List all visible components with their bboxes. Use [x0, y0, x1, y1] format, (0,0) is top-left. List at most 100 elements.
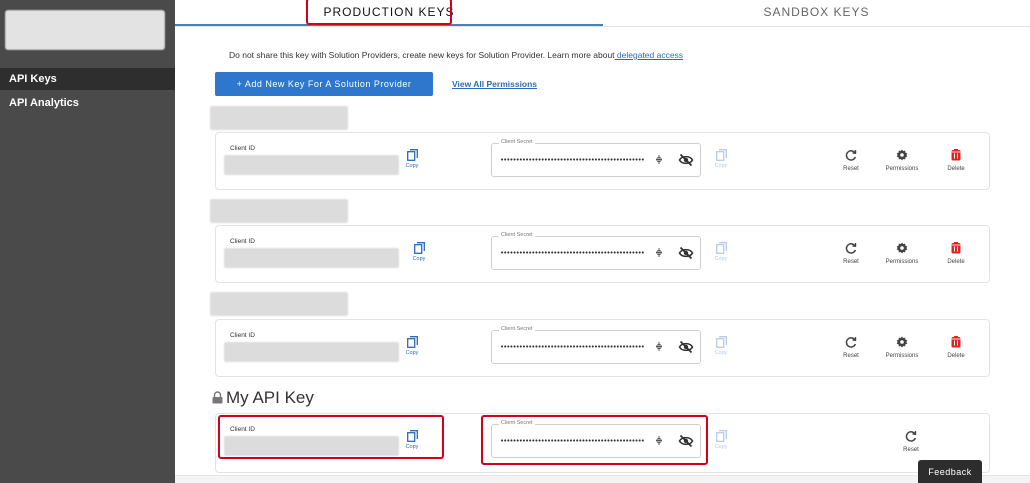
trash-icon [951, 242, 961, 254]
tab-sandbox-keys[interactable]: SANDBOX KEYS [603, 0, 1030, 26]
reset-label: Reset [843, 166, 859, 172]
api-key-card: Client ID Copy Client Secret Copy Reset … [215, 132, 990, 190]
reset-button[interactable]: Reset [836, 149, 866, 172]
client-secret-label: Client Secret [499, 420, 535, 426]
copy-icon [406, 336, 418, 348]
view-all-permissions-link[interactable]: View All Permissions [452, 79, 537, 89]
key-name-redacted [210, 292, 348, 316]
permissions-button[interactable]: Permissions [881, 149, 923, 172]
copy-secret-button-disabled: Copy [710, 242, 732, 262]
copy-label: Copy [405, 350, 419, 356]
copy-label: Copy [412, 256, 426, 262]
delete-button[interactable]: Delete [941, 336, 971, 359]
copy-label: Copy [405, 444, 419, 450]
copy-label: Copy [714, 256, 728, 262]
key-tabs: PRODUCTION KEYS SANDBOX KEYS [175, 0, 1030, 27]
copy-client-id-button[interactable]: Copy [400, 149, 424, 169]
reset-button[interactable]: Reset [836, 336, 866, 359]
my-api-key-card: Client ID Copy Client Secret Copy Reset [215, 413, 990, 473]
delete-button[interactable]: Delete [941, 242, 971, 265]
key-name-redacted [210, 106, 348, 130]
delete-button[interactable]: Delete [941, 149, 971, 172]
client-id-redacted [224, 342, 399, 362]
caret-icon [656, 436, 662, 445]
feedback-button[interactable]: Feedback [918, 460, 982, 483]
share-notice-text: Do not share this key with Solution Prov… [229, 50, 615, 60]
copy-label: Copy [714, 163, 728, 169]
copy-client-id-button[interactable]: Copy [400, 336, 424, 356]
client-secret-input[interactable] [500, 156, 660, 164]
copy-icon [715, 149, 727, 161]
permissions-label: Permissions [885, 166, 919, 172]
eye-slash-icon[interactable] [678, 433, 694, 449]
client-secret-label: Client Secret [499, 232, 535, 238]
sidebar-item-api-analytics[interactable]: API Analytics [0, 92, 175, 114]
permissions-button[interactable]: Permissions [881, 242, 923, 265]
api-key-card: Client ID Copy Client Secret Copy Reset … [215, 225, 990, 283]
reset-icon [845, 243, 857, 254]
eye-slash-icon[interactable] [678, 339, 694, 355]
client-secret-input[interactable] [500, 343, 660, 351]
trash-icon [951, 336, 961, 348]
reset-icon [845, 337, 857, 348]
sidebar-item-api-keys[interactable]: API Keys [0, 68, 175, 90]
reset-icon [905, 431, 917, 442]
delegated-access-link[interactable]: delegated access [615, 50, 683, 60]
client-secret-label: Client Secret [499, 326, 535, 332]
caret-icon [656, 342, 662, 351]
eye-slash-icon[interactable] [678, 152, 694, 168]
copy-label: Copy [714, 350, 728, 356]
permissions-label: Permissions [885, 353, 919, 359]
copy-client-id-button[interactable]: Copy [400, 430, 424, 450]
lock-icon [212, 391, 223, 404]
reset-label: Reset [903, 447, 919, 453]
add-solution-provider-key-button[interactable]: + Add New Key For A Solution Provider [215, 72, 433, 96]
delete-label: Delete [947, 259, 965, 265]
logo-redacted [5, 10, 165, 50]
copy-icon [406, 149, 418, 161]
client-id-label: Client ID [230, 426, 255, 433]
copy-label: Copy [405, 163, 419, 169]
reset-button[interactable]: Reset [896, 430, 926, 453]
permissions-label: Permissions [885, 259, 919, 265]
my-api-key-heading: My API Key [212, 388, 314, 408]
reset-icon [845, 150, 857, 161]
eye-slash-icon[interactable] [678, 245, 694, 261]
gear-icon [896, 149, 908, 161]
client-secret-input[interactable] [500, 437, 660, 445]
gear-icon [896, 336, 908, 348]
key-name-redacted [210, 199, 348, 223]
copy-icon [406, 430, 418, 442]
copy-secret-button-disabled: Copy [710, 430, 732, 450]
bottom-scrollbar[interactable] [175, 475, 1030, 483]
api-key-card: Client ID Copy Client Secret Copy Reset … [215, 319, 990, 377]
client-secret-field: Client Secret [491, 326, 701, 364]
delete-label: Delete [947, 353, 965, 359]
caret-icon [656, 155, 662, 164]
permissions-button[interactable]: Permissions [881, 336, 923, 359]
caret-icon [656, 248, 662, 257]
copy-icon [715, 430, 727, 442]
client-secret-label: Client Secret [499, 139, 535, 145]
share-notice: Do not share this key with Solution Prov… [229, 50, 683, 60]
client-secret-input[interactable] [500, 249, 660, 257]
copy-label: Copy [714, 444, 728, 450]
client-secret-field: Client Secret [491, 232, 701, 270]
client-id-redacted [224, 155, 399, 175]
gear-icon [896, 242, 908, 254]
client-id-label: Client ID [230, 238, 255, 245]
delete-label: Delete [947, 166, 965, 172]
copy-icon [413, 242, 425, 254]
copy-client-id-button[interactable]: Copy [407, 242, 431, 262]
copy-secret-button-disabled: Copy [710, 149, 732, 169]
reset-button[interactable]: Reset [836, 242, 866, 265]
client-id-redacted [224, 436, 399, 456]
copy-secret-button-disabled: Copy [710, 336, 732, 356]
reset-label: Reset [843, 353, 859, 359]
client-id-label: Client ID [230, 145, 255, 152]
my-api-key-title: My API Key [226, 388, 314, 407]
trash-icon [951, 149, 961, 161]
tab-production-keys[interactable]: PRODUCTION KEYS [175, 0, 603, 26]
copy-icon [715, 242, 727, 254]
client-id-label: Client ID [230, 332, 255, 339]
